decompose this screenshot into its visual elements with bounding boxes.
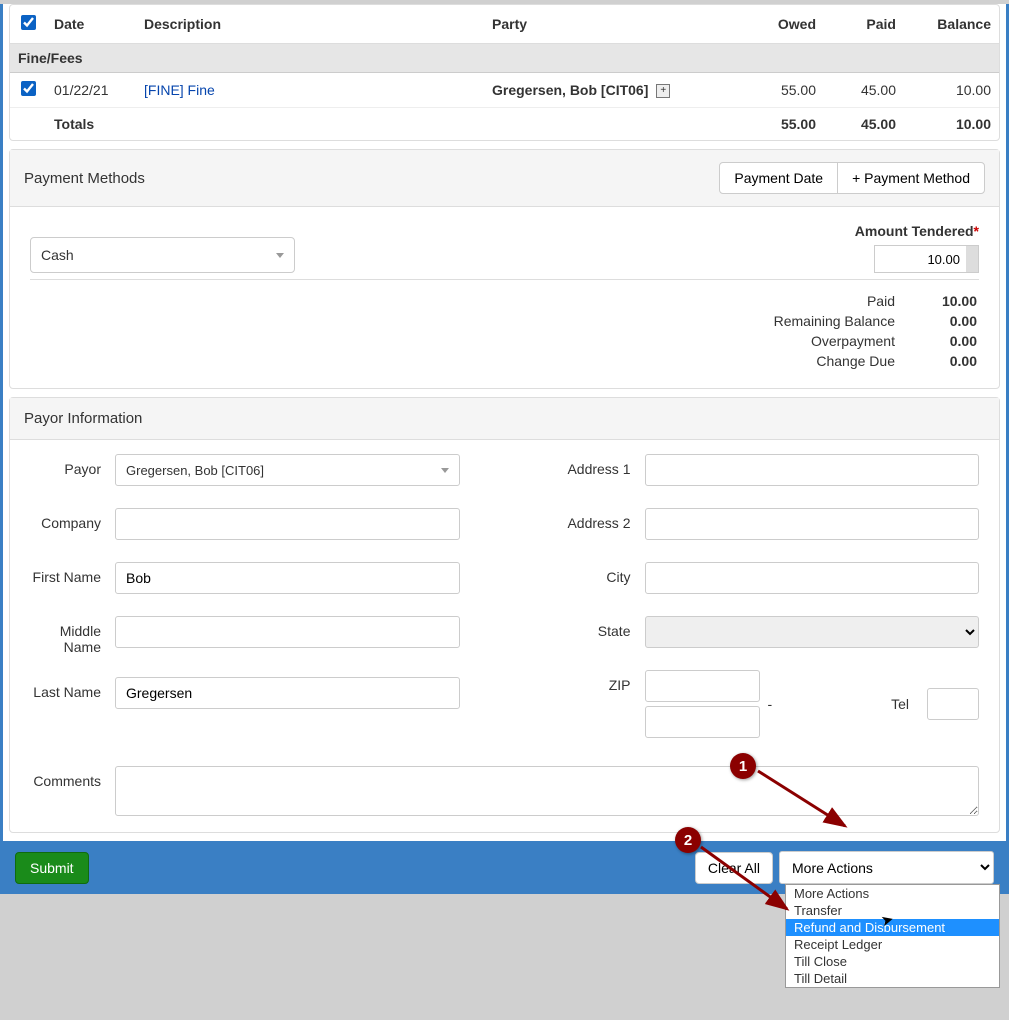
tel-field[interactable] — [927, 688, 979, 720]
payment-method-value: Cash — [41, 247, 74, 263]
state-label: State — [550, 616, 645, 639]
annotation-callout-2: 2 — [675, 827, 701, 853]
more-actions-option[interactable]: Till Detail — [786, 970, 999, 987]
payor-select[interactable]: Gregersen, Bob [CIT06] — [115, 454, 460, 486]
more-actions-select[interactable]: More Actions — [779, 851, 994, 884]
totals-paid: 45.00 — [824, 108, 904, 141]
middle-name-label: Middle Name — [30, 616, 115, 655]
payor-info-panel: Payor Information Payor Gregersen, Bob [… — [9, 397, 1000, 833]
payment-date-button[interactable]: Payment Date — [719, 162, 838, 194]
more-actions-option[interactable]: More Actions — [786, 885, 999, 902]
payment-method-select[interactable]: Cash — [30, 237, 295, 273]
more-actions-dropdown-open: More Actions Transfer Refund and Disburs… — [785, 884, 1000, 988]
expand-icon[interactable]: + — [656, 84, 670, 98]
more-actions-option[interactable]: Receipt Ledger — [786, 936, 999, 953]
col-date: Date — [46, 5, 136, 44]
summary-paid-label: Paid — [774, 292, 895, 310]
summary-overpayment-value: 0.00 — [897, 332, 977, 350]
first-name-label: First Name — [30, 562, 115, 585]
amount-tendered-label: Amount Tendered* — [855, 223, 979, 239]
zip-label: ZIP — [550, 670, 645, 693]
first-name-field[interactable] — [115, 562, 460, 594]
chevron-down-icon — [276, 253, 284, 258]
zip-field-2[interactable] — [645, 706, 760, 738]
col-description: Description — [136, 5, 484, 44]
summary-change-label: Change Due — [774, 352, 895, 370]
address2-label: Address 2 — [550, 508, 645, 531]
summary-remaining-value: 0.00 — [897, 312, 977, 330]
payor-info-title: Payor Information — [24, 410, 985, 427]
zip-separator: - — [768, 696, 773, 712]
address2-field[interactable] — [645, 508, 980, 540]
cell-party: Gregersen, Bob [CIT06] — [492, 82, 648, 98]
summary-paid-value: 10.00 — [897, 292, 977, 310]
submit-button[interactable]: Submit — [15, 852, 89, 884]
row-checkbox[interactable] — [21, 81, 36, 96]
last-name-field[interactable] — [115, 677, 460, 709]
payment-methods-title: Payment Methods — [24, 170, 720, 187]
cell-date: 01/22/21 — [46, 73, 136, 108]
address1-field[interactable] — [645, 454, 980, 486]
payment-summary: Paid 10.00 Remaining Balance 0.00 Overpa… — [772, 290, 979, 372]
more-actions-option[interactable]: Till Close — [786, 953, 999, 970]
cell-paid: 45.00 — [824, 73, 904, 108]
comments-label: Comments — [30, 766, 115, 816]
payor-label: Payor — [30, 454, 115, 477]
annotation-arrow-1 — [750, 763, 860, 838]
annotation-callout-1: 1 — [730, 753, 756, 779]
amount-tendered-input[interactable] — [874, 245, 979, 273]
totals-owed: 55.00 — [744, 108, 824, 141]
payor-select-value: Gregersen, Bob [CIT06] — [126, 463, 264, 478]
totals-label: Totals — [46, 108, 136, 141]
table-row: 01/22/21 [FINE] Fine Gregersen, Bob [CIT… — [10, 73, 999, 108]
summary-overpayment-label: Overpayment — [774, 332, 895, 350]
fine-link[interactable]: [FINE] Fine — [144, 82, 215, 98]
state-select[interactable] — [645, 616, 980, 648]
select-all-checkbox[interactable] — [21, 15, 36, 30]
city-label: City — [550, 562, 645, 585]
totals-balance: 10.00 — [904, 108, 999, 141]
summary-change-value: 0.00 — [897, 352, 977, 370]
city-field[interactable] — [645, 562, 980, 594]
zip-field-1[interactable] — [645, 670, 760, 702]
chevron-down-icon — [441, 468, 449, 473]
fees-panel: Date Description Party Owed Paid Balance… — [9, 4, 1000, 141]
add-payment-method-button[interactable]: + Payment Method — [837, 162, 985, 194]
cell-balance: 10.00 — [904, 73, 999, 108]
cell-owed: 55.00 — [744, 73, 824, 108]
tel-label: Tel — [780, 696, 919, 712]
col-party: Party — [484, 5, 744, 44]
section-label: Fine/Fees — [10, 44, 999, 73]
company-field[interactable] — [115, 508, 460, 540]
fees-table: Date Description Party Owed Paid Balance… — [10, 5, 999, 140]
last-name-label: Last Name — [30, 677, 115, 700]
col-owed: Owed — [744, 5, 824, 44]
col-balance: Balance — [904, 5, 999, 44]
middle-name-field[interactable] — [115, 616, 460, 648]
address1-label: Address 1 — [550, 454, 645, 477]
footer-bar: Submit Clear All More Actions More Actio… — [3, 841, 1006, 894]
summary-remaining-label: Remaining Balance — [774, 312, 895, 330]
col-paid: Paid — [824, 5, 904, 44]
company-label: Company — [30, 508, 115, 531]
payment-methods-panel: Payment Methods Payment Date + Payment M… — [9, 149, 1000, 389]
annotation-arrow-2 — [695, 841, 800, 919]
